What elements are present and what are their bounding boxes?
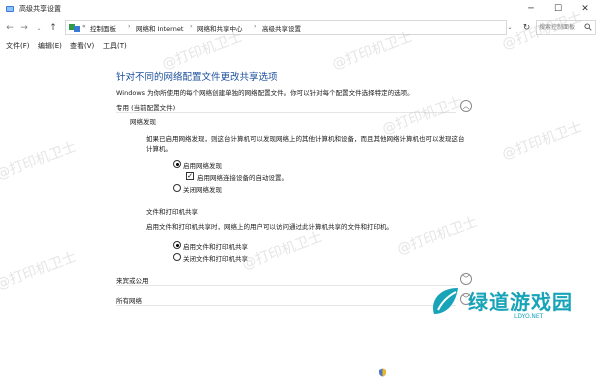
breadcrumb-control-panel[interactable]: 控制面板	[90, 23, 116, 33]
recent-locations-button[interactable]: ⌄	[33, 21, 45, 35]
network-discovery-on-label[interactable]: 启用网络发现	[183, 160, 222, 170]
site-logo: 绿道游戏园 LDYO.NET	[428, 280, 594, 324]
menu-edit[interactable]: 编辑(E)	[38, 41, 62, 51]
breadcrumb-network-sharing-center[interactable]: 网络和共享中心	[197, 23, 243, 33]
auto-setup-label[interactable]: 启用网络连接设备的自动设置。	[197, 172, 288, 182]
shield-icon	[379, 368, 386, 377]
close-button[interactable]: ✕	[573, 0, 597, 18]
menu-file[interactable]: 文件(F)	[6, 41, 30, 51]
menu-bar: 文件(F) 编辑(E) 查看(V) 工具(T)	[0, 38, 600, 52]
title-bar: 高级共享设置 ─ ☐ ✕	[0, 0, 600, 18]
breadcrumb-advanced-sharing[interactable]: 高级共享设置	[262, 23, 301, 33]
collapse-chevron-icon[interactable]: ︿	[460, 100, 472, 112]
refresh-button[interactable]: ↻	[520, 21, 533, 34]
search-icon[interactable]	[584, 23, 592, 31]
auto-setup-checkbox[interactable]: ✓	[186, 172, 194, 180]
breadcrumb-network-internet[interactable]: 网络和 Internet	[136, 23, 183, 33]
profile-guest-label: 来宾或公用	[116, 277, 149, 285]
maximize-button[interactable]: ☐	[546, 0, 570, 18]
control-panel-icon	[69, 24, 80, 32]
profile-private-header[interactable]: 专用 (当前配置文件) ︿	[116, 100, 476, 114]
back-button[interactable]: ←	[4, 21, 16, 35]
network-discovery-off-radio[interactable]	[173, 184, 181, 192]
network-discovery-title: 网络发现	[130, 118, 156, 126]
address-bar[interactable]: « 控制面板 › 网络和 Internet › 网络和共享中心 › 高级共享设置	[65, 20, 507, 35]
file-sharing-on-label[interactable]: 启用文件和打印机共享	[183, 241, 248, 251]
search-box[interactable]	[536, 20, 596, 35]
forward-button[interactable]: →	[18, 21, 30, 35]
address-dropdown-button[interactable]: ⌄	[505, 21, 515, 34]
menu-view[interactable]: 查看(V)	[70, 41, 94, 51]
section-divider	[116, 285, 456, 286]
profile-private-label: 专用 (当前配置文件)	[116, 104, 176, 112]
content-area: 针对不同的网络配置文件更改共享选项 Windows 为你所使用的每个网络创建单独…	[0, 52, 600, 378]
window-title: 高级共享设置	[19, 5, 61, 13]
logo-name: 绿道游戏园	[468, 290, 573, 314]
file-sharing-off-radio[interactable]	[173, 253, 181, 261]
menu-tools[interactable]: 工具(T)	[103, 41, 127, 51]
page-description: Windows 为你所使用的每个网络创建单独的网络配置文件。你可以针对每个配置文…	[116, 89, 414, 97]
network-discovery-on-radio[interactable]	[173, 160, 181, 168]
root-separator: «	[82, 23, 86, 30]
breadcrumb-separator[interactable]: ›	[254, 23, 256, 30]
file-printer-sharing-description: 启用文件和打印机共享时，网络上的用户可以访问通过此计算机共享的文件和打印机。	[146, 223, 393, 231]
status-bar	[0, 366, 600, 378]
section-divider	[116, 305, 456, 306]
minimize-button[interactable]: ─	[519, 0, 543, 18]
network-discovery-off-label[interactable]: 关闭网络发现	[183, 184, 222, 194]
profile-all-label: 所有网络	[116, 297, 142, 305]
breadcrumb-separator[interactable]: ›	[190, 23, 192, 30]
file-printer-sharing-title: 文件和打印机共享	[146, 208, 198, 216]
page-title: 针对不同的网络配置文件更改共享选项	[116, 72, 278, 83]
file-sharing-on-radio[interactable]	[173, 241, 181, 249]
profile-guest-header[interactable]: 来宾或公用 ﹀	[116, 273, 476, 287]
logo-badge-icon	[433, 288, 458, 314]
up-button[interactable]: ↑	[47, 21, 59, 35]
section-divider	[116, 112, 456, 113]
profile-all-header[interactable]: 所有网络 ﹀	[116, 293, 476, 307]
network-discovery-description: 如果已启用网络发现，则这台计算机可以发现网络上的其他计算机和设备，而且其他网络计…	[146, 135, 465, 153]
file-sharing-off-label[interactable]: 关闭文件和打印机共享	[183, 253, 248, 263]
breadcrumb-separator[interactable]: ›	[128, 23, 130, 30]
logo-url: LDYO.NET	[514, 313, 544, 320]
address-row: ← → ⌄ ↑ « 控制面板 › 网络和 Internet › 网络和共享中心 …	[0, 18, 600, 38]
search-input[interactable]	[539, 22, 583, 33]
network-settings-icon	[6, 6, 14, 12]
